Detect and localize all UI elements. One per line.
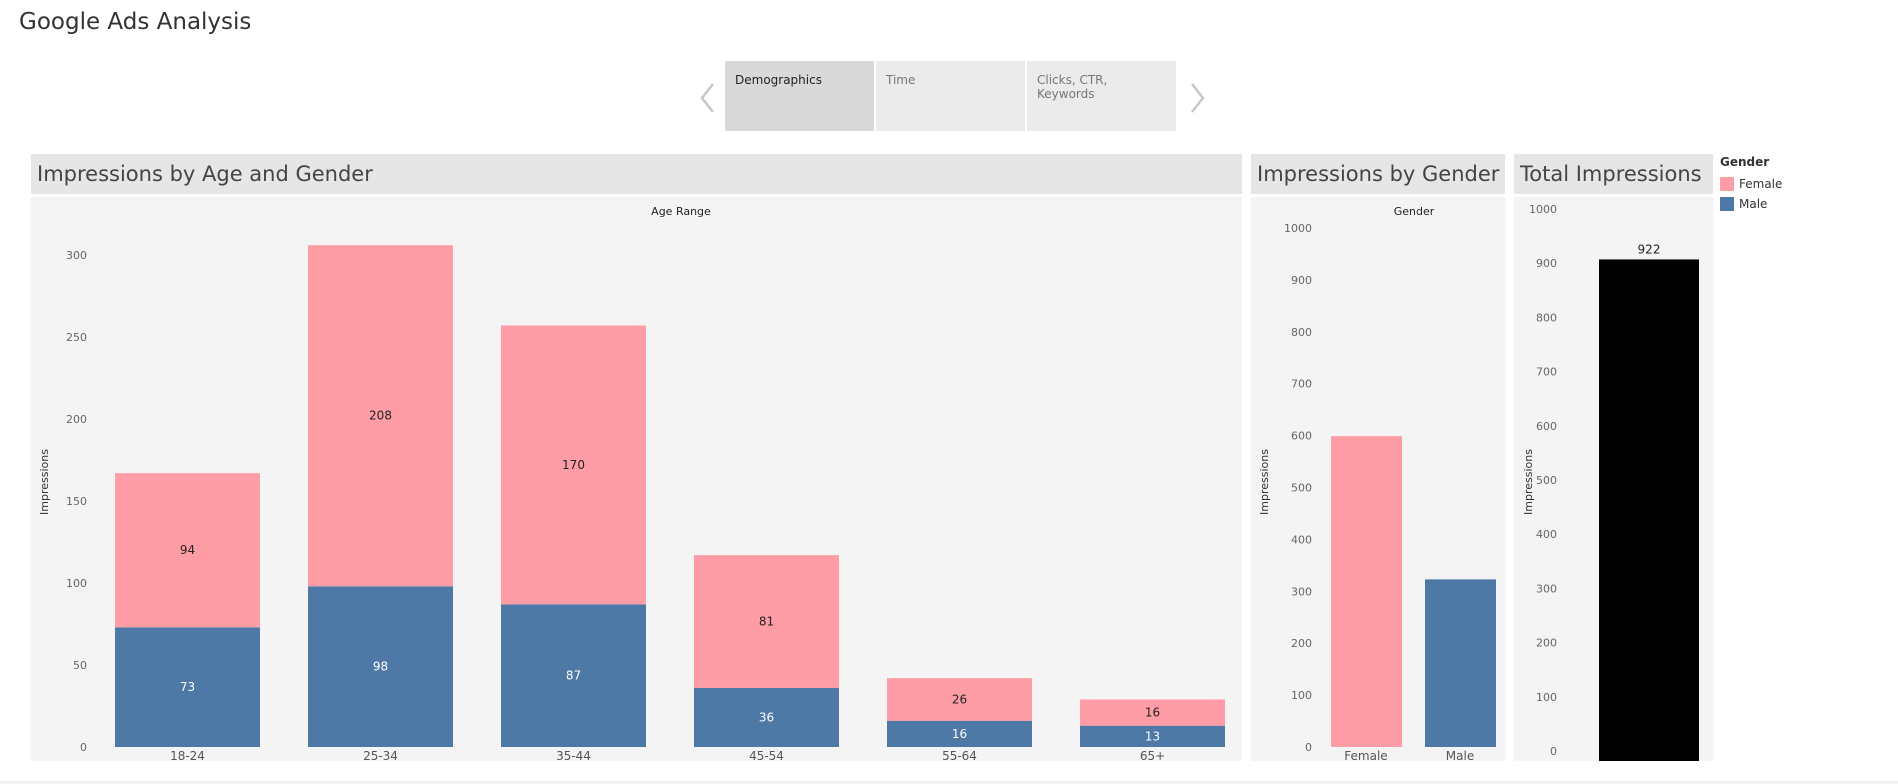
x-tick-label: 25-34	[363, 749, 398, 761]
y-tick-label: 1000	[1529, 203, 1557, 216]
tab-clicks-ctr-keywords[interactable]: Clicks, CTR, Keywords	[1027, 61, 1176, 131]
x-tick-label: Female	[1344, 749, 1387, 761]
y-tick-label: 300	[1536, 582, 1557, 595]
x-axis-header: Gender	[1394, 205, 1435, 218]
y-tick-label: 200	[1291, 637, 1312, 650]
x-tick-label: 55-64	[942, 749, 977, 761]
prev-arrow-icon[interactable]	[697, 80, 719, 116]
x-tick-label: Male	[1446, 749, 1474, 761]
y-tick-label: 100	[1536, 691, 1557, 704]
next-arrow-icon[interactable]	[1186, 80, 1208, 116]
y-tick-label: 0	[1305, 741, 1312, 754]
x-tick-label: 65+	[1140, 749, 1165, 761]
total-chart-svg: 0 100 200 300 400 500 600 700 800 900 1000 Impressi…	[1522, 203, 1699, 761]
tab-time[interactable]: Time	[876, 61, 1025, 131]
x-tick-label: 18-24	[170, 749, 205, 761]
legend-swatch-male	[1720, 197, 1734, 211]
y-tick-label: 400	[1536, 528, 1557, 541]
total-chart-title: Total Impressions	[1514, 154, 1713, 194]
total-chart: 0 100 200 300 400 500 600 700 800 900 1000 Impressi…	[1514, 197, 1713, 761]
page-title: Google Ads Analysis	[19, 9, 252, 35]
y-tick-label: 100	[1291, 689, 1312, 702]
legend-item-male[interactable]: Male	[1720, 194, 1782, 214]
y-tick-label: 600	[1536, 420, 1557, 433]
data-label-male: 16	[952, 727, 967, 741]
data-label-male: 73	[180, 680, 195, 694]
tab-label: Demographics	[735, 73, 822, 87]
y-axis-label: Impressions	[38, 449, 51, 515]
y-tick-label: 700	[1291, 378, 1312, 391]
legend-label: Male	[1739, 197, 1768, 211]
y-axis-label: Impressions	[1258, 449, 1271, 515]
data-label-female: 170	[562, 458, 585, 472]
legend-swatch-female	[1720, 177, 1734, 191]
data-label-female: 81	[759, 615, 774, 629]
y-tick-label: 900	[1536, 257, 1557, 270]
legend-title: Gender	[1720, 155, 1770, 169]
gender-legend: Gender Female Male	[1720, 155, 1782, 214]
age-gender-chart-svg: 0 50 100 150 200 250 300 Impressions Age Range 73…	[38, 205, 1225, 763]
data-label-male: 98	[373, 660, 388, 674]
data-label-male: 87	[566, 669, 581, 683]
data-label-female: 26	[952, 692, 967, 706]
y-tick-label: 700	[1536, 366, 1557, 379]
y-axis-label: Impressions	[1522, 449, 1535, 515]
data-label-female: 16	[1145, 706, 1160, 720]
tab-label: Clicks, CTR, Keywords	[1037, 73, 1108, 101]
tab-label: Time	[886, 73, 916, 87]
y-tick-label: 500	[1291, 482, 1312, 495]
y-tick-label: 300	[66, 249, 87, 262]
y-tick-label: 800	[1536, 311, 1557, 324]
data-label-total: 922	[1638, 242, 1661, 256]
gender-chart-svg: 0 100 200 300 400 500 600 700 800 900 1000 Impressi…	[1258, 205, 1496, 763]
y-tick-label: 50	[73, 659, 87, 672]
age-gender-chart-title: Impressions by Age and Gender	[31, 154, 1242, 194]
data-label-male: 13	[1145, 729, 1160, 743]
bar-male	[1425, 579, 1496, 747]
y-tick-label: 200	[1536, 637, 1557, 650]
x-tick-label: 35-44	[556, 749, 591, 761]
y-tick-label: 0	[80, 741, 87, 754]
data-label-female: 94	[180, 543, 195, 557]
y-tick-label: 600	[1291, 430, 1312, 443]
y-tick-label: 300	[1291, 585, 1312, 598]
bar-total	[1599, 259, 1699, 761]
y-tick-label: 250	[66, 331, 87, 344]
y-tick-label: 0	[1550, 745, 1557, 758]
tab-demographics[interactable]: Demographics	[725, 61, 874, 131]
y-tick-label: 500	[1536, 474, 1557, 487]
y-tick-label: 400	[1291, 533, 1312, 546]
x-tick-label: 45-54	[749, 749, 784, 761]
legend-item-female[interactable]: Female	[1720, 174, 1782, 194]
data-label-male: 36	[759, 710, 774, 724]
gender-chart: 0 100 200 300 400 500 600 700 800 900 1000 Impressi…	[1251, 197, 1505, 763]
age-gender-chart: 0 50 100 150 200 250 300 Impressions Age Range 73…	[31, 197, 1242, 763]
y-tick-label: 800	[1291, 326, 1312, 339]
y-tick-label: 100	[66, 577, 87, 590]
y-tick-label: 200	[66, 413, 87, 426]
data-label-female: 208	[369, 409, 392, 423]
y-tick-label: 900	[1291, 274, 1312, 287]
y-tick-label: 150	[66, 495, 87, 508]
gender-chart-title: Impressions by Gender	[1251, 154, 1505, 194]
legend-label: Female	[1739, 177, 1783, 191]
bar-female	[1331, 436, 1402, 747]
y-tick-label: 1000	[1284, 222, 1312, 235]
x-axis-header: Age Range	[651, 205, 711, 218]
